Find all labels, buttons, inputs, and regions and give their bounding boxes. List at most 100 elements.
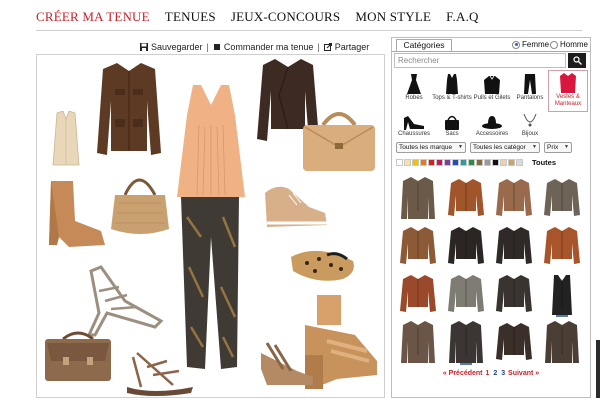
product-grid [398, 175, 588, 371]
nav-faq[interactable]: F.A.Q [446, 9, 478, 29]
chevron-down-icon: ▼ [564, 144, 569, 150]
color-swatch[interactable] [460, 159, 467, 166]
product-thumbnail[interactable] [398, 175, 438, 221]
jacket-image [544, 179, 580, 216]
canvas-item-wedge-sandal[interactable] [257, 339, 317, 389]
category-select[interactable]: Toutes les catégor ▼ [470, 142, 540, 153]
order-outfit-label: Commander ma tenue [223, 41, 314, 52]
canvas-item-strappy-heel[interactable] [85, 261, 165, 337]
color-swatch[interactable] [452, 159, 459, 166]
category-label: Bijoux [521, 131, 539, 137]
color-swatch[interactable] [508, 159, 515, 166]
chevron-down-icon: ▼ [458, 144, 463, 150]
color-swatch[interactable] [428, 159, 435, 166]
search-button[interactable] [568, 53, 586, 68]
product-thumbnail[interactable] [494, 175, 534, 221]
cart-icon [213, 43, 220, 50]
product-thumbnail[interactable] [542, 319, 582, 365]
share-icon [323, 42, 332, 51]
share-button[interactable]: Partager [323, 42, 369, 52]
color-swatch[interactable] [436, 159, 443, 166]
color-swatch[interactable] [396, 159, 403, 166]
price-select-value: Prix [547, 144, 559, 151]
outfit-canvas[interactable] [36, 54, 385, 398]
all-colors-link[interactable]: Toutes [532, 158, 556, 167]
product-thumbnail[interactable] [542, 223, 582, 269]
product-thumbnail[interactable] [494, 319, 534, 365]
color-swatch[interactable] [468, 159, 475, 166]
page-link-3[interactable]: 3 [501, 370, 505, 377]
page-link-1[interactable]: 1 [485, 370, 489, 377]
color-swatch[interactable] [404, 159, 411, 166]
product-thumbnail[interactable] [446, 271, 486, 317]
jacket-image [400, 275, 436, 312]
nav-jeux-concours[interactable]: JEUX-CONCOURS [231, 9, 341, 29]
canvas-item-vest[interactable] [51, 111, 81, 169]
page-link-2[interactable]: 2 [493, 370, 497, 377]
save-button[interactable]: Sauvegarder [140, 42, 203, 52]
category-label: Pantalons [516, 95, 544, 101]
gender-female-label: Femme [522, 40, 550, 49]
jacket-image [496, 323, 532, 360]
product-thumbnail[interactable] [494, 223, 534, 269]
product-thumbnail[interactable] [398, 223, 438, 269]
color-swatch[interactable] [484, 159, 491, 166]
color-swatch[interactable] [412, 159, 419, 166]
color-swatch[interactable] [492, 159, 499, 166]
nav-mon-style[interactable]: MON STYLE [355, 9, 431, 29]
nav-tenues[interactable]: TENUES [165, 9, 216, 29]
canvas-item-flat-sandal[interactable] [123, 347, 197, 397]
product-thumbnail[interactable] [446, 223, 486, 269]
category-label: Accessoires [475, 131, 509, 137]
category-label: Robes [405, 95, 423, 101]
product-thumbnail[interactable] [446, 319, 486, 365]
canvas-item-peach-top[interactable] [171, 85, 251, 203]
toolbar-separator: | [317, 41, 320, 52]
canvas-item-leopard-flat[interactable] [287, 243, 359, 287]
canvas-item-hobo-bag[interactable] [109, 165, 171, 237]
brand-select[interactable]: Toutes les marque ▼ [396, 142, 466, 153]
tab-divider [392, 51, 590, 52]
color-swatch[interactable] [500, 159, 507, 166]
gender-male-radio[interactable]: Homme [550, 40, 588, 49]
save-label: Sauvegarder [151, 41, 203, 52]
price-select[interactable]: Prix ▼ [544, 142, 572, 153]
canvas-item-gold-sneaker[interactable] [263, 183, 329, 233]
color-swatch[interactable] [420, 159, 427, 166]
category-label: Vestes & Manteaux [554, 94, 582, 107]
previous-page-link[interactable]: « Précédent [443, 370, 483, 377]
canvas-item-military-jacket[interactable] [95, 61, 163, 161]
product-thumbnail[interactable] [446, 175, 486, 221]
canvas-item-ankle-boot[interactable] [45, 181, 107, 249]
window-scrollbar[interactable] [596, 340, 600, 398]
color-swatch[interactable] [476, 159, 483, 166]
jacket-image [401, 321, 435, 363]
canvas-item-tan-handbag[interactable] [299, 103, 379, 175]
jacket-image [401, 177, 435, 219]
search-input[interactable] [394, 53, 566, 68]
canvas-item-satchel[interactable] [41, 327, 115, 385]
nav-creer-ma-tenue[interactable]: CRÉER MA TENUE [36, 9, 150, 29]
jacket-image [448, 275, 484, 312]
product-thumbnail[interactable] [542, 271, 582, 317]
gender-female-radio[interactable]: Femme [512, 40, 549, 49]
gender-male-label: Homme [560, 40, 589, 49]
outfit-toolbar: Sauvegarder | Commander ma tenue | Parta… [140, 40, 369, 53]
jacket-image [545, 321, 579, 363]
category-vestes[interactable]: Vestes & Manteaux [548, 70, 588, 112]
next-page-link[interactable]: Suivant » [508, 370, 539, 377]
jacket-image [448, 227, 484, 264]
pants-icon [524, 74, 536, 94]
order-outfit-button[interactable]: Commander ma tenue [213, 41, 314, 52]
tank-top-icon [446, 74, 458, 94]
hat-icon [482, 116, 502, 129]
necklace-icon [523, 114, 537, 127]
product-thumbnail[interactable] [398, 271, 438, 317]
product-thumbnail[interactable] [494, 271, 534, 317]
bag-icon [445, 115, 459, 130]
color-swatch[interactable] [516, 159, 523, 166]
color-swatch[interactable] [444, 159, 451, 166]
product-thumbnail[interactable] [398, 319, 438, 365]
product-thumbnail[interactable] [542, 175, 582, 221]
tab-categories[interactable]: Catégories [396, 39, 452, 51]
